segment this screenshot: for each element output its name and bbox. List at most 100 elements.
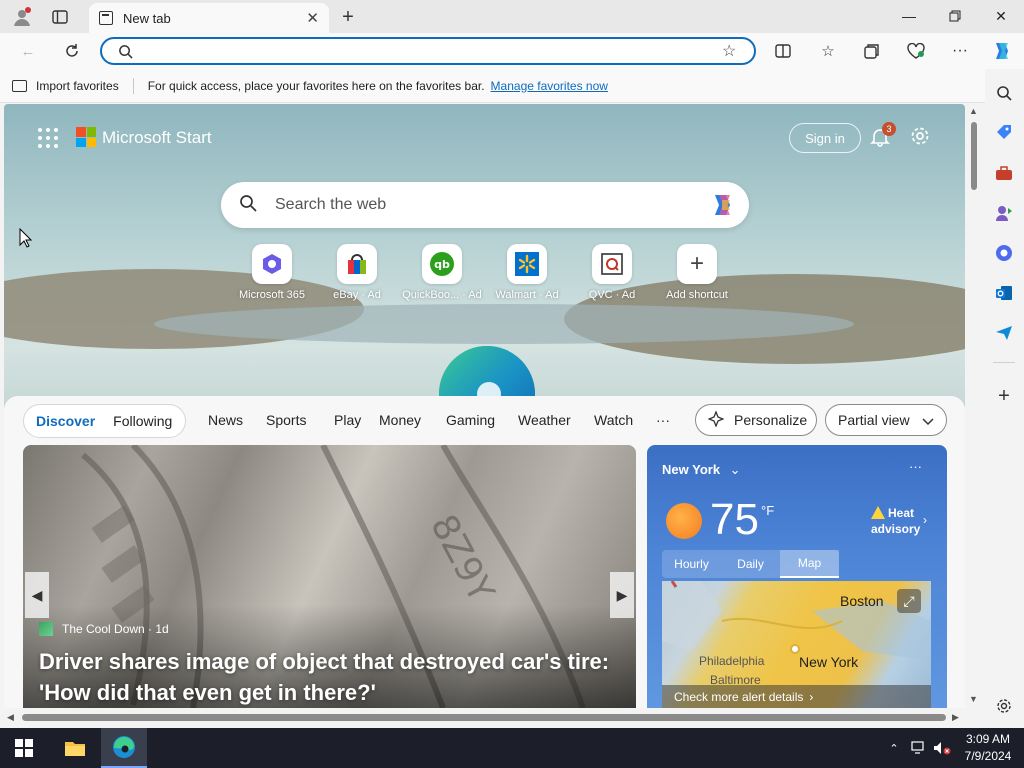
quick-link-quickbooks[interactable]: qb QuickBoo... · Ad <box>399 244 485 301</box>
tab-following[interactable]: Following <box>113 413 172 429</box>
tab-play[interactable]: Play <box>334 412 361 428</box>
scroll-up-icon[interactable]: ▲ <box>969 106 978 116</box>
walmart-icon <box>507 244 547 284</box>
horizontal-scrollbar[interactable]: ◀ ▶ <box>4 708 965 728</box>
show-hidden-icons-icon[interactable]: ⌃ <box>885 728 903 768</box>
article-title[interactable]: Driver shares image of object that destr… <box>39 646 619 708</box>
clock-date: 7/9/2024 <box>964 749 1012 763</box>
collections-icon[interactable] <box>861 40 883 62</box>
windows-start-icon[interactable] <box>8 728 40 768</box>
favorite-star-icon[interactable]: ☆ <box>722 41 736 61</box>
tab-gaming[interactable]: Gaming <box>446 412 495 428</box>
restore-icon[interactable] <box>932 0 978 32</box>
scroll-left-icon[interactable]: ◀ <box>7 712 14 723</box>
tab-weather[interactable]: Weather <box>518 412 571 428</box>
sidebar-search-icon[interactable] <box>993 82 1015 104</box>
address-bar[interactable]: ☆ <box>100 37 756 65</box>
favorites-icon[interactable]: ☆ <box>817 40 839 62</box>
map-label-new-york: New York <box>799 654 859 670</box>
edge-taskbar-icon[interactable] <box>101 728 147 768</box>
browser-toolbar: ← ☆ ☆ ··· <box>0 33 1024 69</box>
web-search-box[interactable] <box>221 182 749 228</box>
tab-news[interactable]: News <box>208 412 243 428</box>
alert-details-link[interactable]: Check more alert details › <box>662 685 931 708</box>
quick-link-qvc[interactable]: QVC · Ad <box>569 244 655 301</box>
new-tab-icon[interactable]: + <box>336 5 360 29</box>
browser-essentials-icon[interactable] <box>905 40 927 62</box>
manage-favorites-link[interactable]: Manage favorites now <box>491 79 608 93</box>
partial-view-dropdown[interactable]: Partial view <box>825 404 947 436</box>
app-launcher-icon[interactable] <box>38 128 58 148</box>
scroll-down-icon[interactable]: ▼ <box>969 694 978 704</box>
windows-taskbar: ⌃ 3:09 AM 7/9/2024 <box>0 728 1024 768</box>
tab-sports[interactable]: Sports <box>266 412 306 428</box>
microsoft-logo-icon <box>76 127 96 147</box>
tab-discover[interactable]: Discover <box>36 413 95 429</box>
file-explorer-icon[interactable] <box>56 728 94 768</box>
brand-title[interactable]: Microsoft Start <box>102 128 212 148</box>
weather-more-icon[interactable]: ··· <box>909 459 922 474</box>
quick-link-walmart[interactable]: Walmart · Ad <box>484 244 570 301</box>
sidebar-add-icon[interactable]: + <box>993 385 1015 407</box>
network-icon[interactable] <box>909 728 929 768</box>
close-window-icon[interactable]: ✕ <box>978 0 1024 32</box>
favorites-bar: Import favorites For quick access, place… <box>0 69 985 103</box>
notification-count-badge: 3 <box>882 122 896 136</box>
sidebar-drop-icon[interactable] <box>993 322 1015 344</box>
profile-icon[interactable] <box>10 5 34 29</box>
quick-link-ebay[interactable]: eBay · Ad <box>314 244 400 301</box>
refresh-icon[interactable] <box>61 40 83 62</box>
weather-tab-daily[interactable]: Daily <box>721 550 780 578</box>
weather-alert-map[interactable]: Boston Philadelphia Baltimore New York ⤢… <box>662 581 931 708</box>
favbar-divider <box>132 77 134 94</box>
copilot-search-icon[interactable] <box>708 192 738 218</box>
heat-advisory-link[interactable]: Heat advisory › <box>871 505 931 537</box>
hero-news-card[interactable]: 8Z9Y ◀ ▶ The Cool Down · 1d Driver share… <box>23 445 636 708</box>
sidebar-microsoft365-icon[interactable] <box>993 242 1015 264</box>
sidebar-settings-icon[interactable] <box>993 695 1015 717</box>
minimize-icon[interactable]: — <box>886 0 932 32</box>
sidebar-shopping-icon[interactable] <box>993 122 1015 144</box>
tab-money[interactable]: Money <box>379 412 421 428</box>
add-shortcut-button[interactable]: + Add shortcut <box>654 244 740 301</box>
sidebar-tools-icon[interactable] <box>993 162 1015 184</box>
personalize-button[interactable]: Personalize <box>695 404 817 436</box>
personalize-sparkle-icon <box>707 409 725 430</box>
weather-tab-hourly[interactable]: Hourly <box>662 550 721 578</box>
tab-new-tab[interactable]: New tab ✕ <box>89 3 329 33</box>
vertical-scrollbar[interactable]: ▲ ▼ <box>965 104 985 708</box>
sidebar-games-icon[interactable] <box>993 202 1015 224</box>
import-favorites-button[interactable]: Import favorites <box>12 79 119 93</box>
quick-link-microsoft-365[interactable]: Microsoft 365 <box>229 244 315 301</box>
web-search-input[interactable] <box>275 190 695 220</box>
sign-in-button[interactable]: Sign in <box>789 123 861 153</box>
carousel-next-button[interactable]: ▶ <box>610 572 634 618</box>
settings-more-icon[interactable]: ··· <box>949 40 971 62</box>
scroll-right-icon[interactable]: ▶ <box>952 712 959 723</box>
import-favorites-label: Import favorites <box>36 78 119 93</box>
more-tabs-button[interactable]: ··· <box>656 412 670 428</box>
clock-time: 3:09 AM <box>965 732 1011 746</box>
web-search-icon <box>239 194 257 212</box>
weather-tab-map[interactable]: Map <box>780 550 839 578</box>
tab-actions-icon[interactable] <box>48 5 72 29</box>
sidebar-outlook-icon[interactable] <box>993 282 1015 304</box>
carousel-prev-button[interactable]: ◀ <box>25 572 49 618</box>
expand-map-icon[interactable]: ⤢ <box>897 589 921 613</box>
close-tab-icon[interactable]: ✕ <box>306 9 319 27</box>
qvc-icon <box>592 244 632 284</box>
copilot-icon[interactable] <box>990 39 1014 63</box>
system-clock[interactable]: 3:09 AM 7/9/2024 <box>960 731 1016 765</box>
horizontal-scroll-thumb[interactable] <box>22 714 946 721</box>
page-settings-gear-icon[interactable] <box>910 126 932 148</box>
vertical-scroll-thumb[interactable] <box>971 122 977 190</box>
back-icon[interactable]: ← <box>17 40 39 62</box>
volume-muted-icon[interactable] <box>932 728 952 768</box>
chevron-down-icon: ⌄ <box>729 462 741 477</box>
split-screen-icon[interactable] <box>772 40 794 62</box>
weather-location[interactable]: New York ⌄ <box>662 462 741 478</box>
chevron-right-icon: › <box>923 513 927 527</box>
weather-card[interactable]: New York ⌄ ··· 75 °F Heat advisory › Hou… <box>647 445 947 708</box>
tab-watch[interactable]: Watch <box>594 412 633 428</box>
temperature-value: 75 <box>710 495 759 544</box>
